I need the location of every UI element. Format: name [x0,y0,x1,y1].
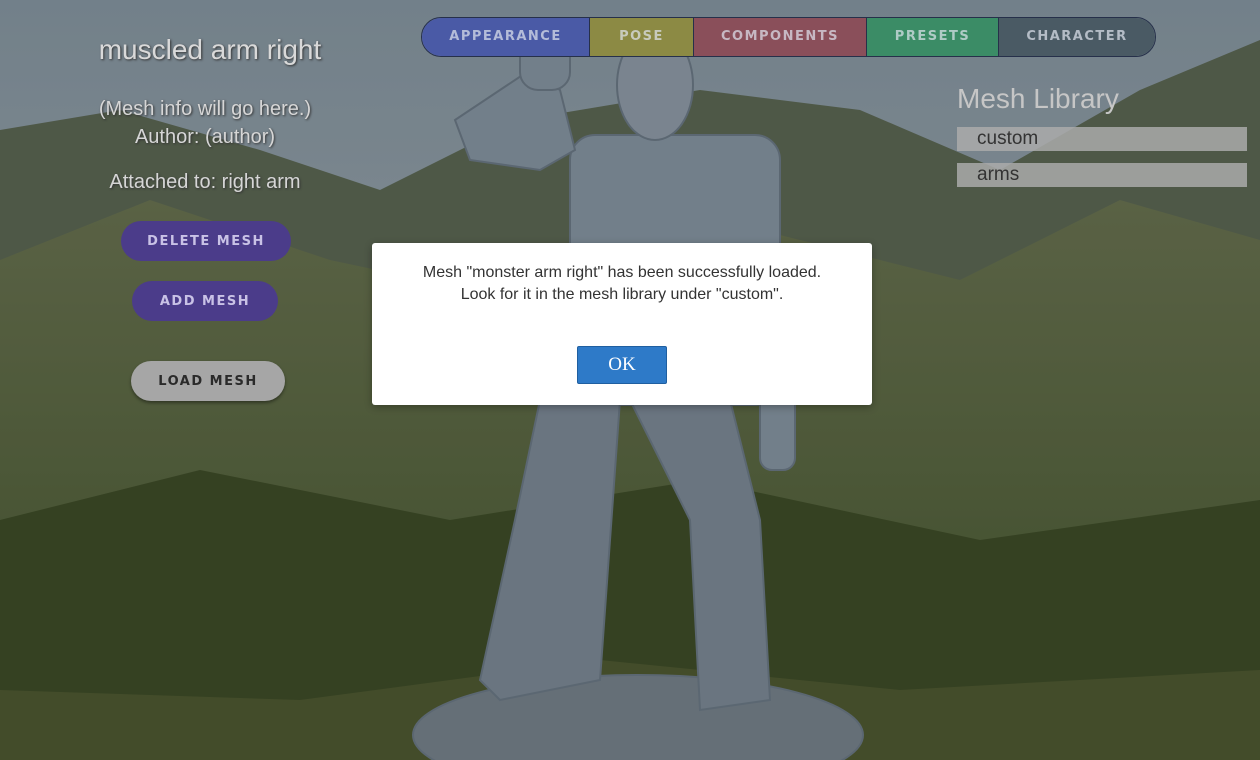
top-nav: APPEARANCE POSE COMPONENTS PRESETS CHARA… [421,17,1156,57]
dialog-message-line1: Mesh "monster arm right" has been succes… [422,264,822,281]
load-success-dialog: Mesh "monster arm right" has been succes… [372,243,872,405]
mesh-info-text: (Mesh info will go here.) [98,98,312,120]
mesh-author: Author: (author) [134,126,276,148]
add-mesh-button[interactable]: ADD MESH [132,281,278,321]
mesh-info: (Mesh info will go here.) Author: (autho… [70,95,340,151]
library-item-arms[interactable]: arms [957,163,1247,187]
tab-appearance[interactable]: APPEARANCE [422,18,590,56]
attached-to-label: Attached to: right arm [109,171,301,193]
tab-presets[interactable]: PRESETS [867,18,999,56]
delete-mesh-button[interactable]: DELETE MESH [121,221,291,261]
tab-pose[interactable]: POSE [590,18,694,56]
mesh-title: muscled arm right [98,34,322,65]
dialog-message: Mesh "monster arm right" has been succes… [372,262,872,306]
library-item-custom[interactable]: custom [957,127,1247,151]
load-mesh-button[interactable]: LOAD MESH [131,361,285,401]
ok-button[interactable]: OK [577,346,667,384]
tab-components[interactable]: COMPONENTS [694,18,867,56]
dialog-message-line2: Look for it in the mesh library under "c… [460,286,784,303]
mesh-library-title: Mesh Library [957,83,1119,114]
tab-character[interactable]: CHARACTER [999,18,1155,56]
